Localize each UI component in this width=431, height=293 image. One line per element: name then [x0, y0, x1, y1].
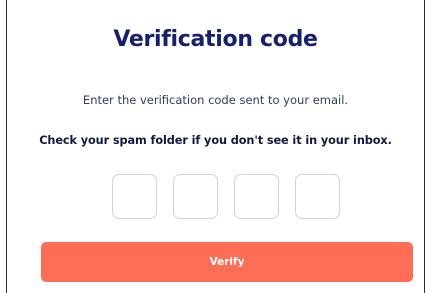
code-digit-2-input[interactable]	[173, 174, 218, 219]
spam-notice: Check your spam folder if you don't see …	[39, 134, 392, 147]
dialog-title: Verification code	[113, 27, 318, 52]
verify-button[interactable]: Verify	[41, 242, 413, 282]
code-digit-4-input[interactable]	[295, 174, 340, 219]
verification-dialog: Verification code Enter the verification…	[0, 0, 431, 293]
dialog-description: Enter the verification code sent to your…	[82, 93, 349, 107]
code-input-group	[112, 174, 344, 221]
code-digit-3-input[interactable]	[234, 174, 279, 219]
dialog-right-border	[424, 0, 425, 293]
code-digit-1-input[interactable]	[112, 174, 157, 219]
